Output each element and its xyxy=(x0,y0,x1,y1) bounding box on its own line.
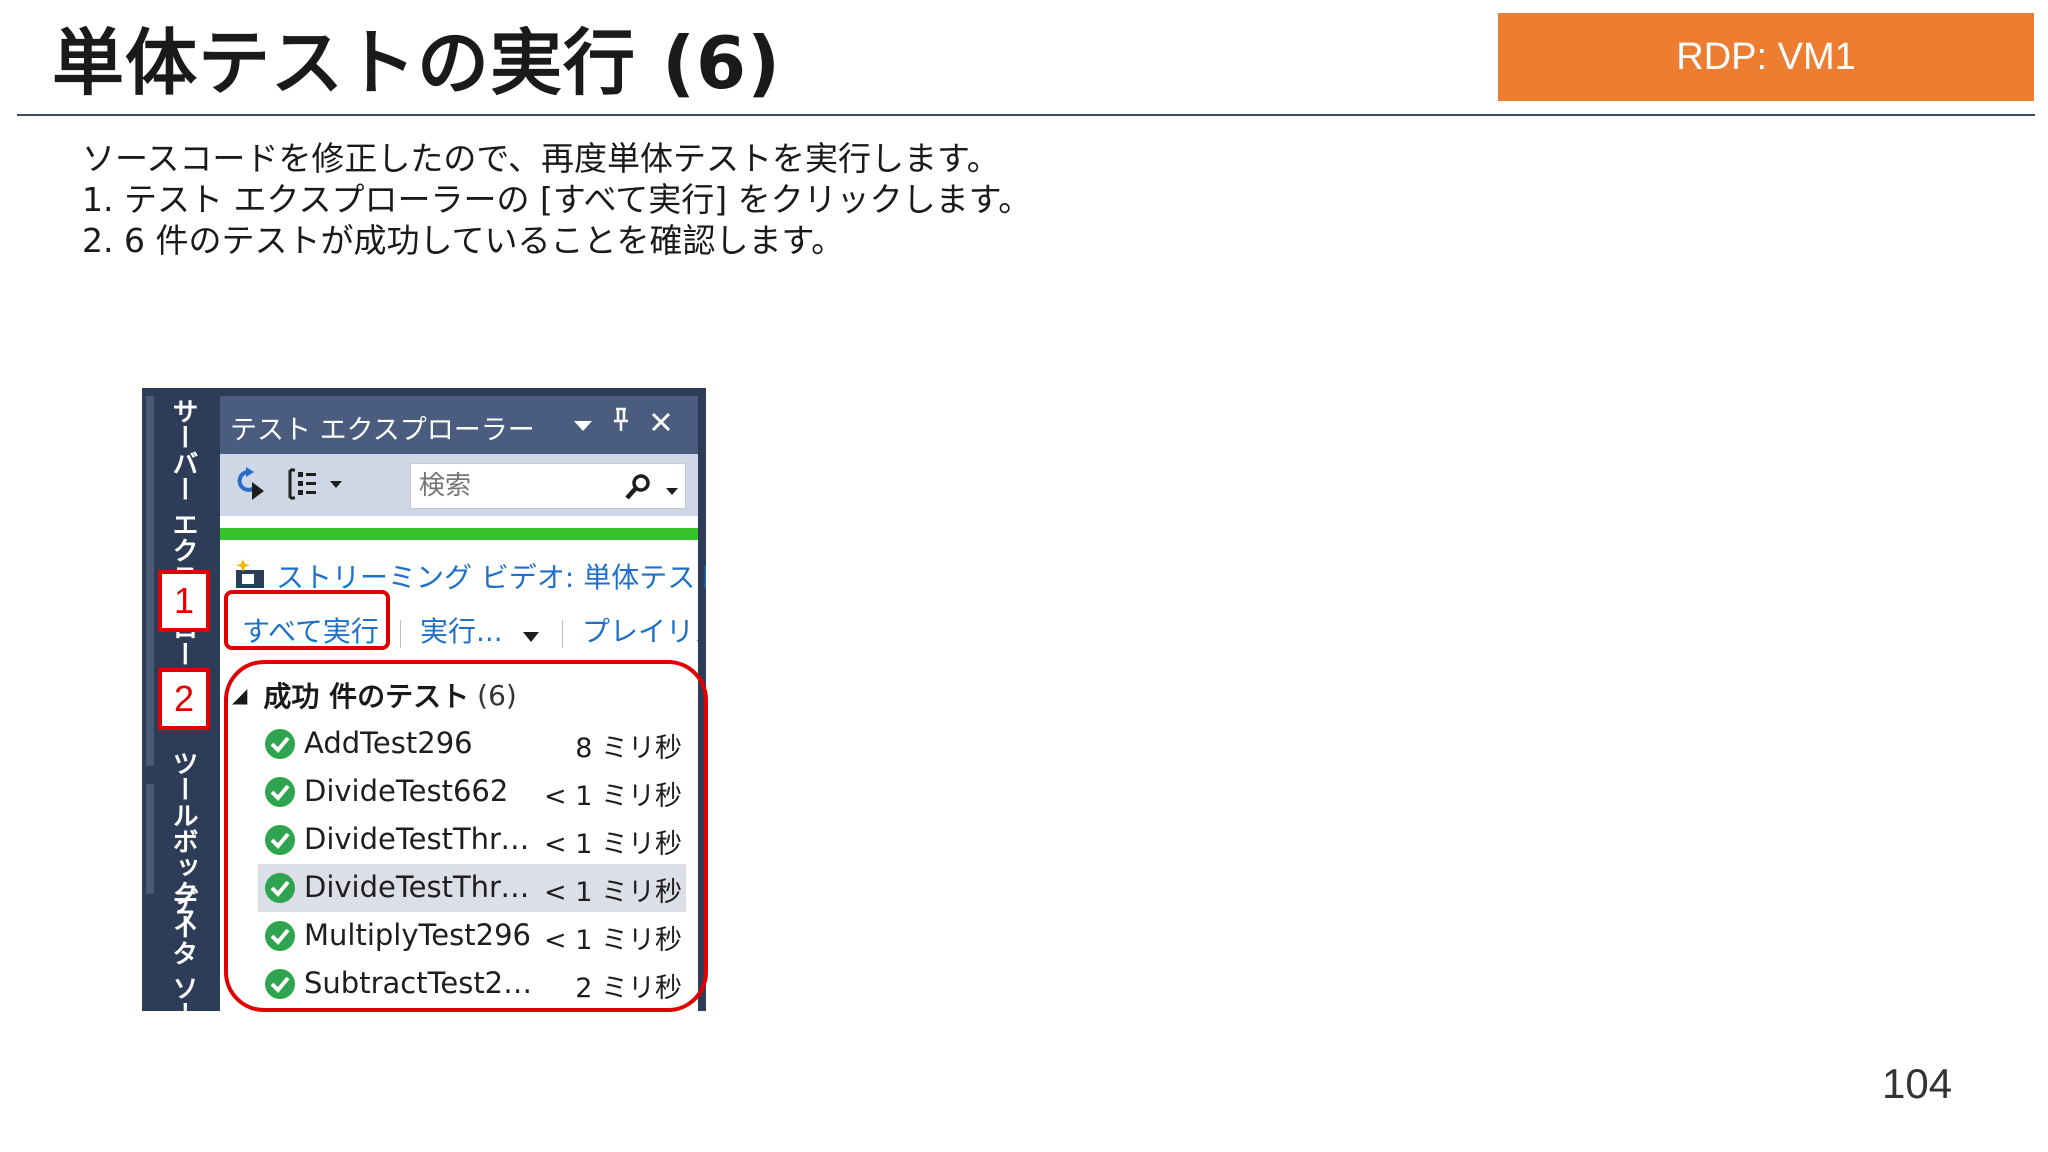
test-progress-fill xyxy=(220,528,698,540)
test-explorer-titlebar: テスト エクスプローラー xyxy=(220,396,698,454)
close-icon[interactable] xyxy=(644,406,678,442)
instructions: ソースコードを修正したので、再度単体テストを実行します。 1. テスト エクスプ… xyxy=(82,138,1031,261)
instruction-step-1: 1. テスト エクスプローラーの [すべて実行] をクリックします。 xyxy=(82,180,1032,219)
callout-number-1: 1 xyxy=(158,570,210,632)
instruction-step-2: 2. 6 件のテストが成功していることを確認します。 xyxy=(82,221,845,260)
instruction-intro: ソースコードを修正したので、再度単体テストを実行します。 xyxy=(82,139,1000,178)
test-progress-bar xyxy=(220,528,698,540)
callout-highlight-run-all xyxy=(224,590,390,650)
run-link[interactable]: 実行... xyxy=(420,614,503,650)
test-explorer-toolbar xyxy=(220,454,698,516)
refresh-run-icon[interactable] xyxy=(234,466,268,508)
callout-highlight-test-results xyxy=(224,660,708,1012)
search-box[interactable] xyxy=(410,463,686,509)
search-icon[interactable] xyxy=(623,472,653,506)
pin-icon[interactable] xyxy=(604,406,638,442)
playlist-icon xyxy=(234,558,268,594)
slide-title: 単体テストの実行 (6) xyxy=(52,21,781,105)
side-tab-indicator xyxy=(146,784,154,894)
side-tab-data-sources[interactable]: データ ソース xyxy=(168,888,198,1011)
playlist-link[interactable]: プレイリスト xyxy=(582,614,698,650)
search-input[interactable] xyxy=(419,468,619,504)
rdp-badge: RDP: VM1 xyxy=(1498,13,2034,101)
side-tab-indicator xyxy=(146,396,154,766)
chevron-down-icon[interactable] xyxy=(665,482,679,501)
group-by-icon[interactable] xyxy=(286,466,350,506)
test-explorer-title: テスト エクスプローラー xyxy=(230,415,535,446)
dropdown-icon[interactable] xyxy=(566,406,600,442)
page-number: 104 xyxy=(1882,1060,1953,1107)
title-divider xyxy=(17,114,2035,116)
chevron-down-icon[interactable] xyxy=(522,628,540,647)
action-separator xyxy=(562,620,563,648)
action-separator xyxy=(400,620,401,648)
callout-number-2: 2 xyxy=(158,668,210,730)
